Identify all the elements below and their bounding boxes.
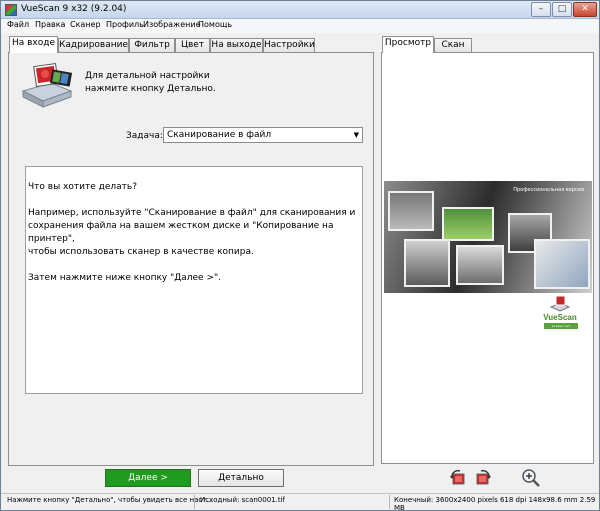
task-value: Сканирование в файл: [167, 130, 272, 140]
menu-edit[interactable]: Правка: [35, 20, 65, 29]
tab-filter[interactable]: Фильтр: [129, 38, 175, 53]
rotate-right-icon[interactable]: [473, 468, 493, 488]
tab-output[interactable]: На выходе: [210, 38, 263, 53]
hint-line-1: Для детальной настройки: [85, 71, 210, 81]
rotate-left-icon[interactable]: [448, 468, 468, 488]
help-paragraph-1: Например, используйте "Сканирование в фа…: [28, 207, 360, 259]
help-question: Что вы хотите делать?: [28, 182, 137, 192]
collage-photo: [442, 207, 494, 241]
scanner-photo-icon: [21, 63, 73, 108]
tab-prefs[interactable]: Настройки: [263, 38, 315, 53]
vuescan-logo: VueScan за ваш счет: [538, 295, 582, 331]
hint-line-2: нажмите кнопку Детально.: [85, 84, 216, 94]
next-button[interactable]: Далее >: [105, 469, 191, 487]
zoom-in-icon[interactable]: [521, 468, 541, 488]
minimize-button[interactable]: –: [531, 2, 551, 17]
vuescan-window: VueScan 9 x32 (9.2.04) – □ ✕ Файл Правка…: [0, 0, 600, 511]
help-text-box: Что вы хотите делать? Например, использу…: [25, 166, 363, 394]
menu-scanner[interactable]: Сканер: [70, 20, 101, 29]
preview-collage: Профессиональная версия: [384, 181, 592, 293]
detail-hint: Для детальной настройки нажмите кнопку Д…: [85, 70, 216, 96]
window-title: VueScan 9 x32 (9.2.04): [21, 4, 127, 14]
help-line-3: чтобы использовать сканер в качестве коп…: [28, 247, 254, 257]
status-divider: [389, 495, 390, 509]
tab-scan[interactable]: Скан: [434, 38, 472, 53]
tab-color[interactable]: Цвет: [175, 38, 210, 53]
maximize-button[interactable]: □: [552, 2, 572, 17]
preview-panel: Профессиональная версия VueScan за ваш с…: [381, 52, 594, 464]
title-bar: VueScan 9 x32 (9.2.04) – □ ✕: [1, 1, 599, 19]
status-source: Исходный: scan0001.tif: [200, 496, 286, 504]
menu-help[interactable]: Помощь: [198, 20, 232, 29]
logo-text: VueScan: [543, 313, 577, 322]
help-line-2: сохранения файла на вашем жестком диске …: [28, 221, 334, 244]
detail-button[interactable]: Детально: [198, 469, 284, 487]
menu-profile[interactable]: Профиль: [106, 20, 144, 29]
task-dropdown[interactable]: Сканирование в файл ▼: [163, 127, 363, 143]
close-button[interactable]: ✕: [573, 2, 597, 17]
collage-photo: [388, 191, 434, 231]
menu-image[interactable]: Изображение: [143, 20, 201, 29]
status-divider: [194, 495, 195, 509]
tab-preview[interactable]: Просмотр: [382, 36, 434, 53]
preview-caption: Профессиональная версия: [513, 187, 584, 193]
status-bar: Нажмите кнопку "Детально", чтобы увидеть…: [1, 493, 599, 511]
collage-photo: [534, 239, 590, 289]
menu-bar: Файл Правка Сканер Профиль Изображение П…: [1, 19, 599, 33]
status-message: Нажмите кнопку "Детально", чтобы увидеть…: [7, 496, 213, 504]
collage-photo: [456, 245, 504, 285]
collage-photo: [404, 239, 450, 287]
help-paragraph-2: Затем нажмите ниже кнопку "Далее >".: [28, 273, 221, 283]
menu-file[interactable]: Файл: [7, 20, 29, 29]
tab-crop[interactable]: Кадрирование: [58, 38, 129, 53]
help-line-1: Например, используйте "Сканирование в фа…: [28, 208, 356, 218]
dropdown-arrow-icon: ▼: [353, 131, 359, 139]
status-output: Конечный: 3600x2400 pixels 618 dpi 148x9…: [394, 496, 596, 511]
app-icon: [5, 4, 17, 16]
task-label: Задача:: [126, 131, 163, 141]
logo-subtitle: за ваш счет: [544, 323, 578, 329]
tab-input[interactable]: На входе: [9, 36, 58, 53]
input-panel: Для детальной настройки нажмите кнопку Д…: [8, 52, 374, 466]
logo-scanner-icon: [550, 295, 570, 312]
